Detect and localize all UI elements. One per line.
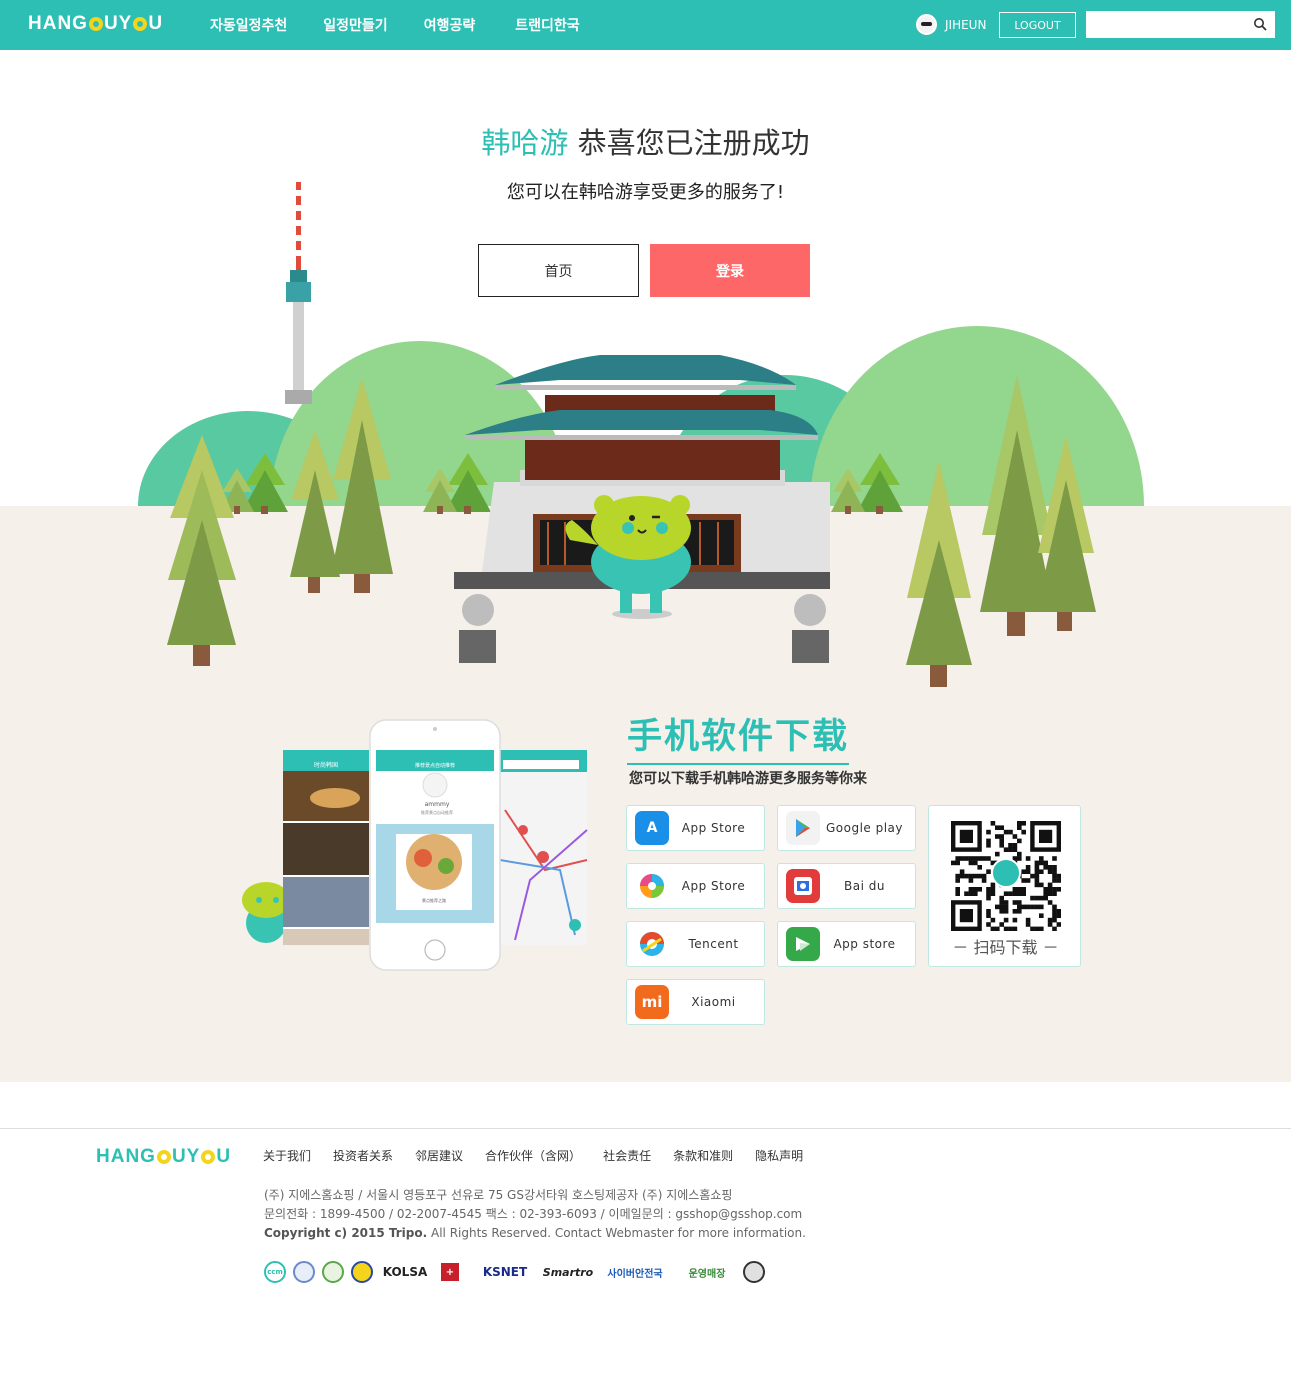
company-address: (주) 지에스홈쇼핑 / 서울시 영등포구 선유로 75 GS강서타워 호스팅제… <box>264 1188 733 1202</box>
page-title: 韩哈游 恭喜您已注册成功 <box>0 120 1291 162</box>
svg-text:时尚韩国: 时尚韩国 <box>314 761 338 769</box>
store-button-app-store-2[interactable]: App Store <box>626 863 765 909</box>
footer-link-investors[interactable]: 投资者关系 <box>333 1147 393 1164</box>
app-phones-illustration: 时尚韩国 推荐景点自动推荐 ammmy 推荐景点自动推荐 景点推荐之路 <box>242 719 588 971</box>
svg-text:ammmy: ammmy <box>425 801 450 808</box>
page-subtitle: 您可以在韩哈游享受更多的服务了! <box>506 182 785 203</box>
qr-label: － 扫码下载 － <box>952 938 1059 957</box>
store-button-wandoujia[interactable]: App store <box>777 921 916 967</box>
search-icon[interactable] <box>1253 17 1267 31</box>
store-button-xiaomi[interactable]: mi Xiaomi <box>626 979 765 1025</box>
store-button-baidu[interactable]: Bai du <box>777 863 916 909</box>
footer-link-partners[interactable]: 合作伙伴（含网） <box>485 1147 581 1164</box>
avatar[interactable] <box>916 14 937 35</box>
svg-text:推荐景点自动推荐: 推荐景点自动推荐 <box>421 809 453 815</box>
svg-text:景点推荐之路: 景点推荐之路 <box>422 897 446 903</box>
google-play-icon <box>786 811 820 845</box>
store-label: Xiaomi <box>691 995 736 1009</box>
success-message: 恭喜您已注册成功 <box>568 126 810 160</box>
seal-badge[interactable] <box>293 1261 315 1283</box>
footer-link-privacy[interactable]: 隐私声明 <box>755 1147 803 1164</box>
footer-info: (주) 지에스홈쇼핑 / 서울시 영등포구 선유로 75 GS강서타워 호스팅제… <box>264 1186 806 1243</box>
xiaomi-icon: mi <box>635 985 669 1019</box>
nav-item-auto-schedule[interactable]: 자동일정추천 <box>210 15 287 35</box>
footer-link-about[interactable]: 关于我们 <box>263 1147 311 1164</box>
logo-o <box>133 17 148 31</box>
svg-text:推荐景点自动推荐: 推荐景点自动推荐 <box>415 762 455 769</box>
username: JIHEUN <box>945 17 987 32</box>
logo-o <box>88 17 103 31</box>
qr-code <box>951 821 1061 931</box>
user-menu[interactable]: JIHEUN <box>916 14 986 35</box>
tencent-icon <box>635 927 669 961</box>
footer-link-suggestions[interactable]: 邻居建议 <box>415 1147 463 1164</box>
footer-logo[interactable]: HANG UY U <box>96 1146 231 1168</box>
store-button-tencent[interactable]: Tencent <box>626 921 765 967</box>
copyright: Copyright c) 2015 Tripo. All Rights Rese… <box>264 1226 806 1240</box>
palace-illustration <box>138 182 1144 687</box>
store-label: App Store <box>681 879 746 893</box>
footer-link-terms[interactable]: 条款和准则 <box>673 1147 733 1164</box>
nav-item-trendy-korea[interactable]: 트랜디한국 <box>515 15 579 35</box>
smartro-badge[interactable]: Smartro <box>543 1266 593 1279</box>
store-label: App store <box>833 937 896 951</box>
main-nav: 자동일정추천 일정만들기 여행공략 트랜디한국 <box>210 15 616 35</box>
top-header: HANG UY U 자동일정추천 일정만들기 여행공략 트랜디한국 JIHEUN L… <box>0 0 1291 50</box>
seal-badge[interactable] <box>322 1261 344 1283</box>
qr-code-card[interactable]: － 扫码下载 － <box>928 805 1081 967</box>
nav-item-travel-guide[interactable]: 여행공략 <box>424 15 476 35</box>
search-input[interactable] <box>1086 11 1246 38</box>
app-download-subtitle: 您可以下载手机韩哈游更多服务等你来 <box>629 771 867 787</box>
cyber-safety-badge[interactable]: 사이버안전국 <box>599 1265 671 1280</box>
store-badge[interactable]: 운영매장 <box>678 1265 736 1280</box>
company-contact: 문의전화 : 1899-4500 / 02-2007-4545 팩스 : 02-… <box>264 1207 803 1221</box>
brand-name: 韩哈游 <box>481 126 569 160</box>
store-label: App Store <box>681 821 746 835</box>
footer-links: 关于我们 投资者关系 邻居建议 合作伙伴（含网） 社会责任 条款和准则 隐私声明 <box>263 1147 825 1164</box>
site-logo[interactable]: HANG UY U <box>28 13 163 35</box>
seal-badge[interactable] <box>351 1261 373 1283</box>
footer-divider <box>0 1128 1291 1129</box>
logout-button[interactable]: LOGOUT <box>999 12 1076 38</box>
color-ring-icon <box>635 869 669 903</box>
footer-link-social[interactable]: 社会责任 <box>603 1147 651 1164</box>
nav-item-make-schedule[interactable]: 일정만들기 <box>323 15 387 35</box>
search-box <box>1086 11 1275 38</box>
store-label: Bai du <box>844 879 885 893</box>
baidu-icon <box>786 869 820 903</box>
logo-o <box>201 1150 216 1164</box>
login-button[interactable]: 登录 <box>650 244 810 297</box>
cross-badge[interactable]: + <box>441 1263 459 1281</box>
ksnet-badge[interactable]: KSNET <box>473 1265 537 1279</box>
ccm-badge[interactable]: ccm <box>264 1261 286 1283</box>
app-download-title: 手机软件下载 <box>627 708 850 765</box>
kolsa-badge[interactable]: KOLSA <box>380 1265 430 1279</box>
certification-badges: ccm KOLSA + KSNET Smartro 사이버안전국 운영매장 <box>264 1261 772 1283</box>
logo-o <box>156 1150 171 1164</box>
home-button[interactable]: 首页 <box>478 244 639 297</box>
store-button-google-play[interactable]: Google play <box>777 805 916 851</box>
app-store-icon: A <box>635 811 669 845</box>
store-label: Tencent <box>688 937 739 951</box>
wandoujia-icon <box>786 927 820 961</box>
store-button-app-store[interactable]: A App Store <box>626 805 765 851</box>
seal-badge[interactable] <box>743 1261 765 1283</box>
store-label: Google play <box>825 821 904 835</box>
